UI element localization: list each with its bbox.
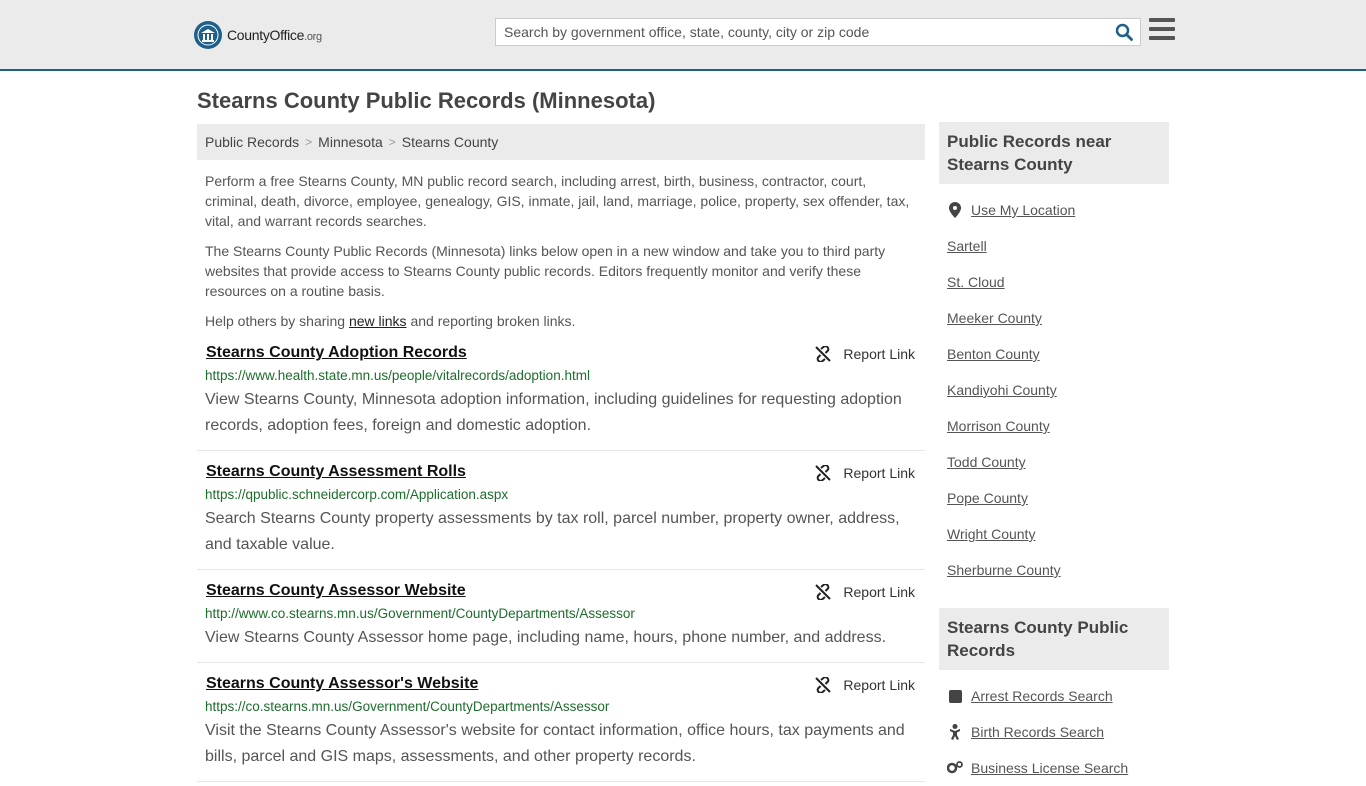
broken-link-icon <box>815 346 832 362</box>
record-description: View Stearns County Assessor home page, … <box>205 629 887 646</box>
nearby-link-pope-county[interactable]: Pope County <box>947 490 1028 506</box>
record-item: Stearns County Assessor Website Report L… <box>197 570 925 663</box>
nearby-link-wright-county[interactable]: Wright County <box>947 526 1035 542</box>
birth-records-link[interactable]: Birth Records Search <box>971 724 1104 740</box>
use-location-item: Use My Location <box>947 192 1161 228</box>
map-marker-icon <box>947 202 963 218</box>
nearby-link-meeker-county[interactable]: Meeker County <box>947 310 1042 326</box>
broken-link-icon <box>815 465 832 481</box>
logo-name: CountyOffice <box>227 27 305 43</box>
records-category-item: Business License Search <box>947 750 1161 786</box>
record-description: Search Stearns County property assessmen… <box>205 510 900 553</box>
search-input[interactable] <box>496 19 1108 45</box>
square-icon <box>947 689 963 703</box>
logo-badge-icon <box>194 21 222 49</box>
report-link-button[interactable]: Report Link <box>815 581 915 603</box>
record-title-link[interactable]: Stearns County Assessment Rolls <box>206 460 466 484</box>
breadcrumb-separator: > <box>388 135 396 149</box>
nearby-item: Todd County <box>947 444 1161 480</box>
sidebar-heading-nearby: Public Records near Stearns County <box>939 122 1169 184</box>
nearby-link-sherburne-county[interactable]: Sherburne County <box>947 562 1061 578</box>
sidebar-heading-records: Stearns County Public Records <box>939 608 1169 670</box>
record-list: Stearns County Adoption Records Report L… <box>197 341 925 782</box>
site-logo[interactable]: CountyOffice.org <box>194 20 322 50</box>
record-title-link[interactable]: Stearns County Adoption Records <box>206 341 467 365</box>
report-link-button[interactable]: Report Link <box>815 343 915 365</box>
nearby-item: Kandiyohi County <box>947 372 1161 408</box>
intro-paragraph: The Stearns County Public Records (Minne… <box>205 243 886 299</box>
record-url: https://qpublic.schneidercorp.com/Applic… <box>205 487 509 502</box>
record-title-link[interactable]: Stearns County Assessor Website <box>206 579 466 603</box>
breadcrumb: Public Records > Minnesota > Stearns Cou… <box>197 124 925 160</box>
new-links-link[interactable]: new links <box>349 313 407 329</box>
nearby-item: Pope County <box>947 480 1161 516</box>
report-link-button[interactable]: Report Link <box>815 462 915 484</box>
business-license-link[interactable]: Business License Search <box>971 760 1128 776</box>
records-category-item: Arrest Records Search <box>947 678 1161 714</box>
hamburger-menu-icon[interactable] <box>1149 18 1175 42</box>
search-icon <box>1115 23 1133 41</box>
record-title-link[interactable]: Stearns County Assessor's Website <box>206 672 478 696</box>
gears-icon <box>947 761 963 775</box>
nearby-item: Meeker County <box>947 300 1161 336</box>
intro-paragraph: Help others by sharing new links and rep… <box>205 313 576 329</box>
main-content: Public Records > Minnesota > Stearns Cou… <box>197 124 925 782</box>
record-item: Stearns County Adoption Records Report L… <box>197 341 925 451</box>
record-description: View Stearns County, Minnesota adoption … <box>205 391 902 434</box>
record-item: Stearns County Assessment Rolls Report L… <box>197 451 925 570</box>
use-my-location-link[interactable]: Use My Location <box>971 202 1075 218</box>
nearby-item: St. Cloud <box>947 264 1161 300</box>
sidebar: Public Records near Stearns County Use M… <box>939 122 1169 786</box>
nearby-link-st-cloud[interactable]: St. Cloud <box>947 274 1005 290</box>
search-button[interactable] <box>1108 19 1140 45</box>
breadcrumb-separator: > <box>305 135 313 149</box>
search-box <box>495 18 1141 46</box>
nearby-item: Sartell <box>947 228 1161 264</box>
logo-tld: .org <box>304 31 322 43</box>
nearby-item: Sherburne County <box>947 552 1161 588</box>
page-title: Stearns County Public Records (Minnesota… <box>197 88 656 113</box>
nearby-item: Morrison County <box>947 408 1161 444</box>
record-item: Stearns County Assessor's Website Report… <box>197 663 925 782</box>
record-url: https://co.stearns.mn.us/Government/Coun… <box>205 699 610 714</box>
records-category-item: Birth Records Search <box>947 714 1161 750</box>
nearby-item: Benton County <box>947 336 1161 372</box>
intro-text: Perform a free Stearns County, MN public… <box>197 171 925 331</box>
nearby-link-kandiyohi-county[interactable]: Kandiyohi County <box>947 382 1057 398</box>
record-url: http://www.co.stearns.mn.us/Government/C… <box>205 606 635 621</box>
record-url: https://www.health.state.mn.us/people/vi… <box>205 368 590 383</box>
intro-paragraph: Perform a free Stearns County, MN public… <box>205 173 910 229</box>
nearby-link-benton-county[interactable]: Benton County <box>947 346 1040 362</box>
broken-link-icon <box>815 677 832 693</box>
breadcrumb-minnesota[interactable]: Minnesota <box>318 134 383 150</box>
breadcrumb-public-records[interactable]: Public Records <box>205 134 299 150</box>
arrest-records-link[interactable]: Arrest Records Search <box>971 688 1113 704</box>
nearby-item: Wright County <box>947 516 1161 552</box>
record-description: Visit the Stearns County Assessor's webs… <box>205 722 905 765</box>
records-category-list: Arrest Records Search Birth Records Sear… <box>939 670 1169 786</box>
nearby-link-sartell[interactable]: Sartell <box>947 238 987 254</box>
top-bar: CountyOffice.org <box>0 0 1366 71</box>
report-link-button[interactable]: Report Link <box>815 674 915 696</box>
breadcrumb-current: Stearns County <box>401 134 499 150</box>
broken-link-icon <box>815 584 832 600</box>
nearby-list: Use My Location Sartell St. Cloud Meeker… <box>939 184 1169 588</box>
nearby-link-todd-county[interactable]: Todd County <box>947 454 1026 470</box>
nearby-link-morrison-county[interactable]: Morrison County <box>947 418 1050 434</box>
baby-icon <box>947 724 963 740</box>
